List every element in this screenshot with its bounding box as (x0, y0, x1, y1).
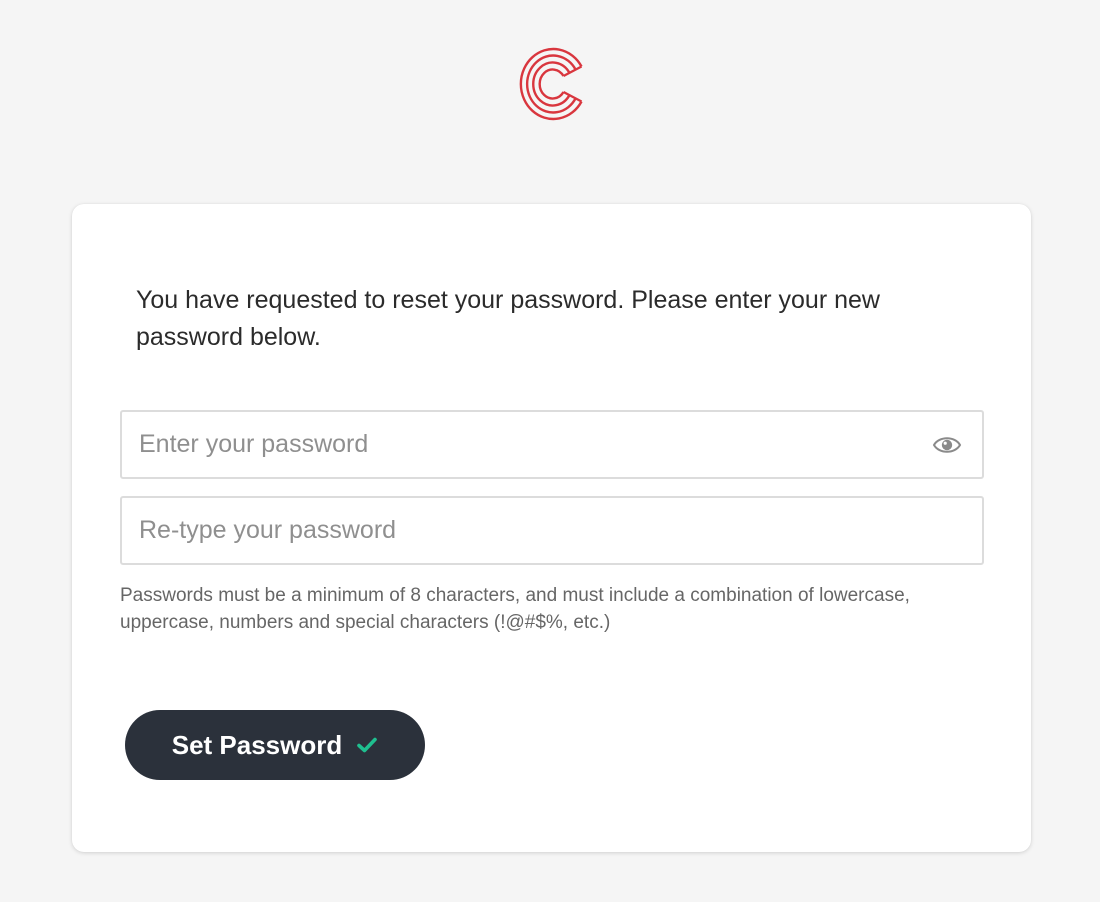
confirm-password-field (120, 496, 984, 565)
intro-text: You have requested to reset your passwor… (136, 286, 880, 351)
confirm-password-input[interactable] (122, 498, 882, 563)
reset-password-card: You have requested to reset your passwor… (72, 204, 1031, 852)
c-logo-icon (519, 47, 583, 121)
eye-icon[interactable] (932, 432, 962, 458)
reset-password-page: You have requested to reset your passwor… (0, 0, 1100, 902)
password-field (120, 410, 984, 479)
set-password-button[interactable]: Set Password (125, 710, 425, 780)
password-input[interactable] (122, 412, 882, 477)
password-requirements-text: Passwords must be a minimum of 8 charact… (120, 585, 910, 633)
check-icon (357, 737, 378, 753)
set-password-label: Set Password (171, 729, 343, 760)
